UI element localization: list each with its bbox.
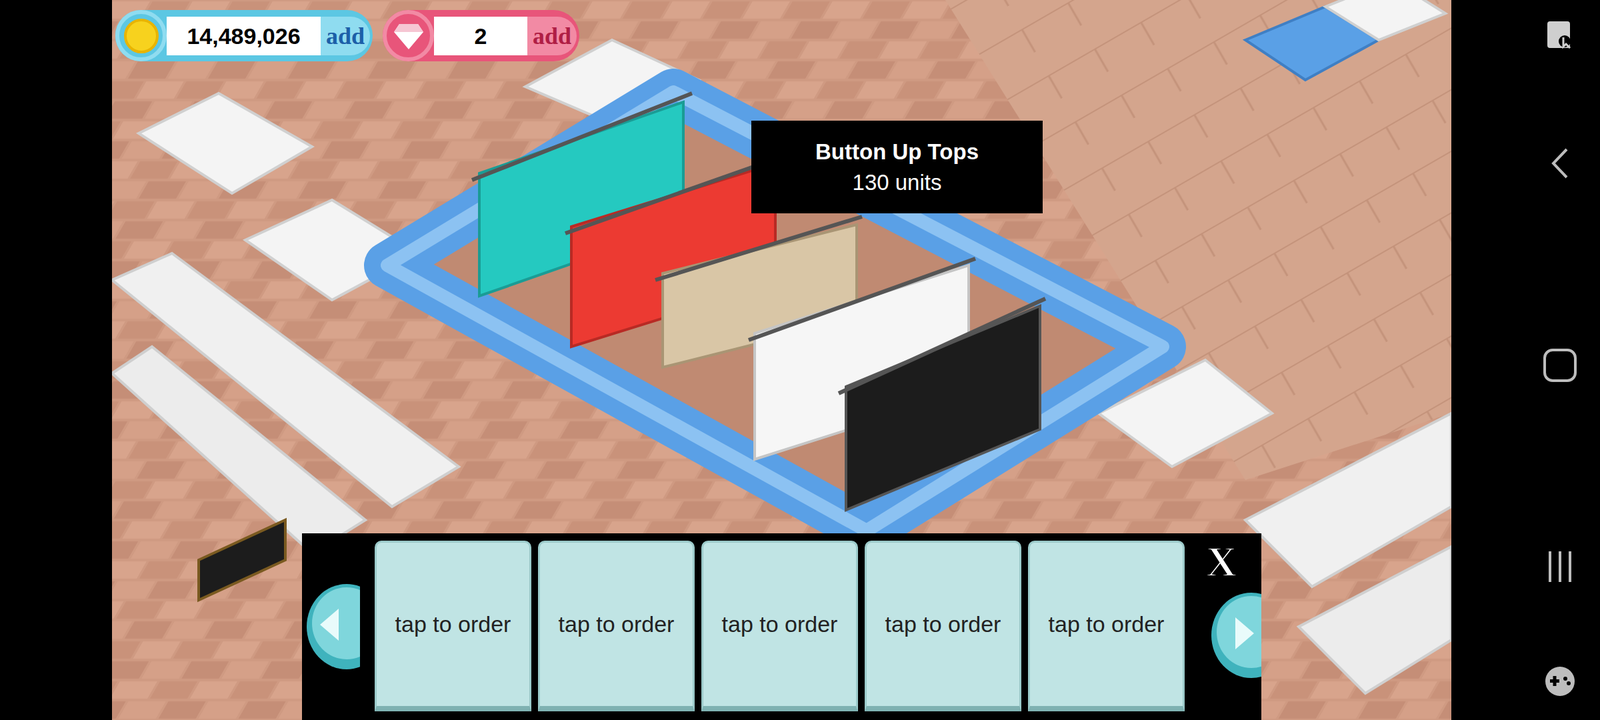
- system-nav-bar: [1451, 0, 1600, 720]
- close-label[interactable]: X: [1206, 540, 1237, 584]
- gem-icon: [382, 10, 434, 62]
- coin-icon: [115, 10, 167, 62]
- order-slot[interactable]: tap to order: [864, 540, 1022, 712]
- coin-value: 14,489,026: [166, 16, 321, 56]
- gem-add-label[interactable]: add: [532, 24, 572, 48]
- order-slots: tap to order tap to order tap to order tap …: [374, 540, 1185, 712]
- left-bar: [0, 0, 112, 720]
- game-tools-icon[interactable]: [1542, 665, 1578, 698]
- back-icon[interactable]: [1548, 146, 1575, 180]
- order-slot[interactable]: tap to order: [1028, 540, 1185, 712]
- gem-counter: 2 add: [382, 10, 580, 62]
- close-button[interactable]: X: [1194, 540, 1248, 584]
- order-slot[interactable]: tap to order: [701, 540, 858, 712]
- tooltip-title: Button Up Tops: [815, 138, 979, 166]
- prev-arrow-icon[interactable]: [305, 583, 360, 670]
- gem-add-button[interactable]: add: [527, 16, 577, 56]
- order-slot[interactable]: tap to order: [374, 540, 532, 712]
- order-slot-label[interactable]: tap to order: [558, 610, 675, 639]
- gem-value: 2: [434, 16, 528, 56]
- gem-amount: 2: [474, 24, 488, 48]
- next-arrow-icon[interactable]: [1210, 592, 1262, 679]
- order-slot-label[interactable]: tap to order: [395, 610, 512, 639]
- recent-apps-icon[interactable]: [1544, 550, 1576, 584]
- coin-add-button[interactable]: add: [320, 16, 370, 56]
- home-icon[interactable]: [1542, 348, 1578, 383]
- order-slot[interactable]: tap to order: [538, 540, 695, 712]
- coin-amount: 14,489,026: [186, 24, 300, 48]
- coin-add-label[interactable]: add: [326, 24, 365, 48]
- order-slot-label[interactable]: tap to order: [885, 610, 1002, 639]
- tooltip-subtitle: 130 units: [852, 168, 942, 196]
- order-slot-label[interactable]: tap to order: [1048, 610, 1165, 639]
- coin-counter: 14,489,026 add: [115, 10, 373, 62]
- item-tooltip: Button Up Tops 130 units: [751, 120, 1043, 214]
- screen-lock-icon[interactable]: [1544, 20, 1578, 54]
- order-slot-label[interactable]: tap to order: [722, 610, 838, 639]
- order-panel: tap to order tap to order tap to order tap …: [302, 533, 1262, 720]
- panel-controls: X: [1194, 540, 1262, 712]
- screen: 14,489,026 add 2 add Button Up Tops 130 …: [0, 0, 1600, 720]
- game-scene[interactable]: 14,489,026 add 2 add Button Up Tops 130 …: [112, 0, 1452, 720]
